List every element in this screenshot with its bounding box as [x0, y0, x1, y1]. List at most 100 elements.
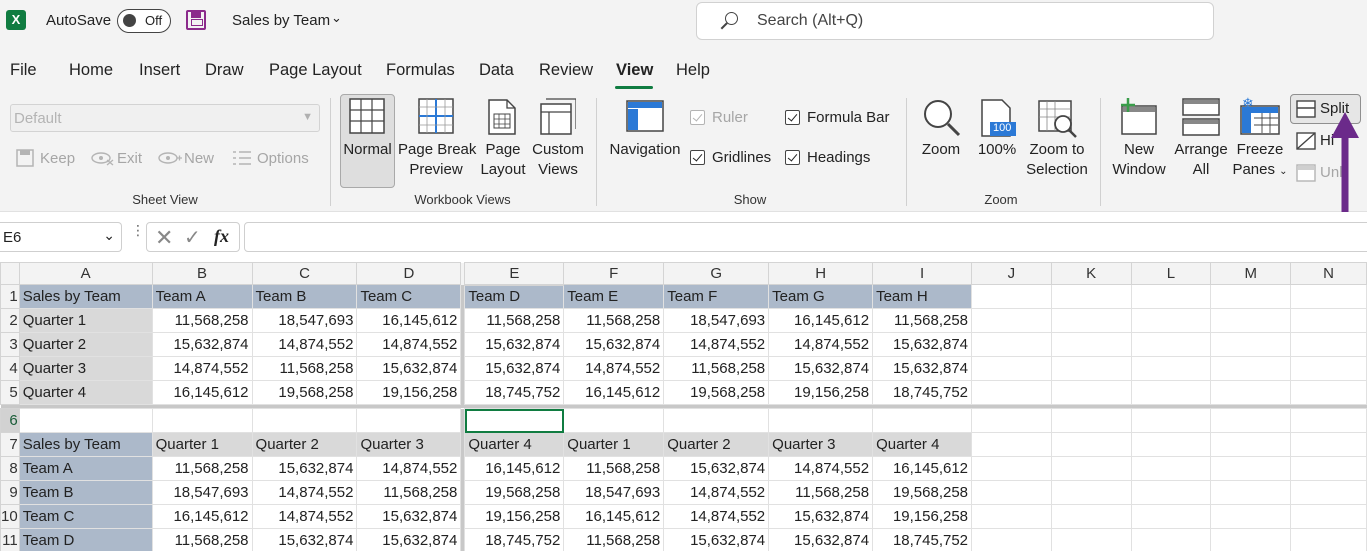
grid-cell[interactable]: Quarter 3	[768, 432, 874, 457]
grid-cell[interactable]	[663, 408, 770, 433]
grid-cell[interactable]	[1290, 308, 1367, 333]
grid-cell[interactable]: 11,568,258	[151, 308, 253, 333]
grid-cell[interactable]: 15,632,874	[251, 456, 358, 481]
autosave-toggle[interactable]: Off	[117, 9, 171, 33]
grid-cell[interactable]: Quarter 3	[18, 356, 153, 381]
grid-cell[interactable]: 16,145,612	[151, 504, 253, 529]
grid-cell[interactable]: Team G	[768, 284, 874, 309]
tab-page-layout[interactable]: Page Layout	[269, 61, 362, 80]
row-header[interactable]: 2	[0, 308, 20, 333]
grid-cell[interactable]	[1050, 504, 1132, 529]
search-box[interactable]: Search (Alt+Q)	[696, 2, 1214, 40]
grid-cell[interactable]	[971, 456, 1052, 481]
grid-cell[interactable]: 15,632,874	[464, 332, 565, 357]
grid-cell[interactable]	[1130, 380, 1212, 405]
grid-cell[interactable]: 18,547,693	[251, 308, 358, 333]
grid-cell[interactable]: Team B	[251, 284, 358, 309]
grid-cell[interactable]: Team F	[663, 284, 770, 309]
select-all-corner[interactable]	[0, 262, 20, 285]
grid-cell[interactable]	[971, 356, 1052, 381]
row-header[interactable]: 5	[0, 380, 20, 405]
grid-cell[interactable]: 14,874,552	[768, 456, 874, 481]
grid-cell[interactable]: 16,145,612	[768, 308, 874, 333]
grid-cell[interactable]	[971, 432, 1052, 457]
grid-cell[interactable]: 14,874,552	[356, 456, 462, 481]
grid-cell[interactable]	[1290, 380, 1367, 405]
grid-cell[interactable]: 11,568,258	[464, 308, 565, 333]
column-header[interactable]: G	[663, 262, 770, 285]
grid-cell[interactable]	[1290, 432, 1367, 457]
grid-cell[interactable]	[1130, 356, 1212, 381]
grid-cell[interactable]: 14,874,552	[663, 332, 770, 357]
grid-cell[interactable]: 14,874,552	[356, 332, 462, 357]
grid-cell[interactable]: 18,547,693	[663, 308, 770, 333]
grid-cell[interactable]: 18,547,693	[563, 480, 665, 505]
grid-cell[interactable]: 19,156,258	[356, 380, 462, 405]
grid-cell[interactable]	[1130, 408, 1212, 433]
grid-cell[interactable]: 14,874,552	[251, 480, 358, 505]
grid-cell[interactable]	[1290, 332, 1367, 357]
grid-cell[interactable]: 15,632,874	[663, 528, 770, 551]
column-header[interactable]: E	[464, 262, 565, 286]
grid-cell[interactable]: 19,568,258	[251, 380, 358, 405]
grid-cell[interactable]	[251, 408, 358, 433]
grid-cell[interactable]: 14,874,552	[251, 332, 358, 357]
row-header[interactable]: 10	[0, 504, 20, 529]
grid-cell[interactable]	[464, 408, 565, 433]
grid-cell[interactable]: Team H	[872, 284, 973, 309]
grid-cell[interactable]: Quarter 2	[663, 432, 770, 457]
column-header[interactable]: H	[768, 262, 874, 285]
grid-cell[interactable]: 15,632,874	[356, 356, 462, 381]
grid-cell[interactable]	[1130, 528, 1212, 551]
grid-cell[interactable]: Team A	[151, 284, 253, 309]
grid-cell[interactable]: Quarter 2	[18, 332, 153, 357]
insert-function-button[interactable]: fx	[214, 226, 229, 247]
grid-cell[interactable]: 15,632,874	[563, 332, 665, 357]
grid-cell[interactable]	[151, 408, 253, 433]
grid-cell[interactable]: 11,568,258	[872, 308, 973, 333]
document-title[interactable]: Sales by Team	[232, 12, 330, 29]
grid-cell[interactable]	[1210, 480, 1292, 505]
grid-cell[interactable]: Quarter 3	[356, 432, 462, 457]
grid-cell[interactable]	[1130, 308, 1212, 333]
grid-cell[interactable]	[1290, 528, 1367, 551]
grid-cell[interactable]	[971, 408, 1052, 433]
grid-cell[interactable]	[971, 284, 1052, 309]
row-header[interactable]: 8	[0, 456, 20, 481]
grid-cell[interactable]	[1210, 432, 1292, 457]
grid-cell[interactable]	[1290, 504, 1367, 529]
tab-view[interactable]: View	[616, 61, 653, 80]
grid-cell[interactable]: 14,874,552	[663, 480, 770, 505]
grid-cell[interactable]	[1290, 456, 1367, 481]
grid-cell[interactable]	[1050, 356, 1132, 381]
row-header[interactable]: 9	[0, 480, 20, 505]
grid-cell[interactable]	[1210, 408, 1292, 433]
grid-cell[interactable]: Sales by Team	[18, 432, 153, 457]
grid-cell[interactable]	[1130, 504, 1212, 529]
grid-cell[interactable]: 15,632,874	[356, 504, 462, 529]
grid-cell[interactable]: 14,874,552	[151, 356, 253, 381]
grid-cell[interactable]: 15,632,874	[872, 332, 973, 357]
formula-bar-checkbox[interactable]	[785, 110, 800, 125]
grid-cell[interactable]	[971, 480, 1052, 505]
grid-cell[interactable]	[1050, 480, 1132, 505]
grid-cell[interactable]: 19,568,258	[464, 480, 565, 505]
grid-cell[interactable]	[1210, 504, 1292, 529]
grid-cell[interactable]: Team C	[18, 504, 153, 529]
grid-cell[interactable]	[1290, 284, 1367, 309]
grid-cell[interactable]: Team E	[563, 284, 665, 309]
grid-cell[interactable]: 16,145,612	[872, 456, 973, 481]
grid-cell[interactable]: Team B	[18, 480, 153, 505]
grid-cell[interactable]	[1050, 432, 1132, 457]
grid-cell[interactable]: 18,745,752	[872, 528, 973, 551]
tab-insert[interactable]: Insert	[139, 61, 180, 80]
grid-cell[interactable]: 14,874,552	[563, 356, 665, 381]
grid-cell[interactable]	[356, 408, 462, 433]
check-icon[interactable]: ✓	[184, 225, 201, 250]
grid-cell[interactable]: 11,568,258	[563, 528, 665, 551]
grid-cell[interactable]: Quarter 4	[872, 432, 973, 457]
zoom-100-button[interactable]: 100%	[974, 140, 1020, 160]
grid-cell[interactable]	[1130, 432, 1212, 457]
more-dots-icon[interactable]: ⋮	[131, 223, 145, 237]
tab-draw[interactable]: Draw	[205, 61, 244, 80]
